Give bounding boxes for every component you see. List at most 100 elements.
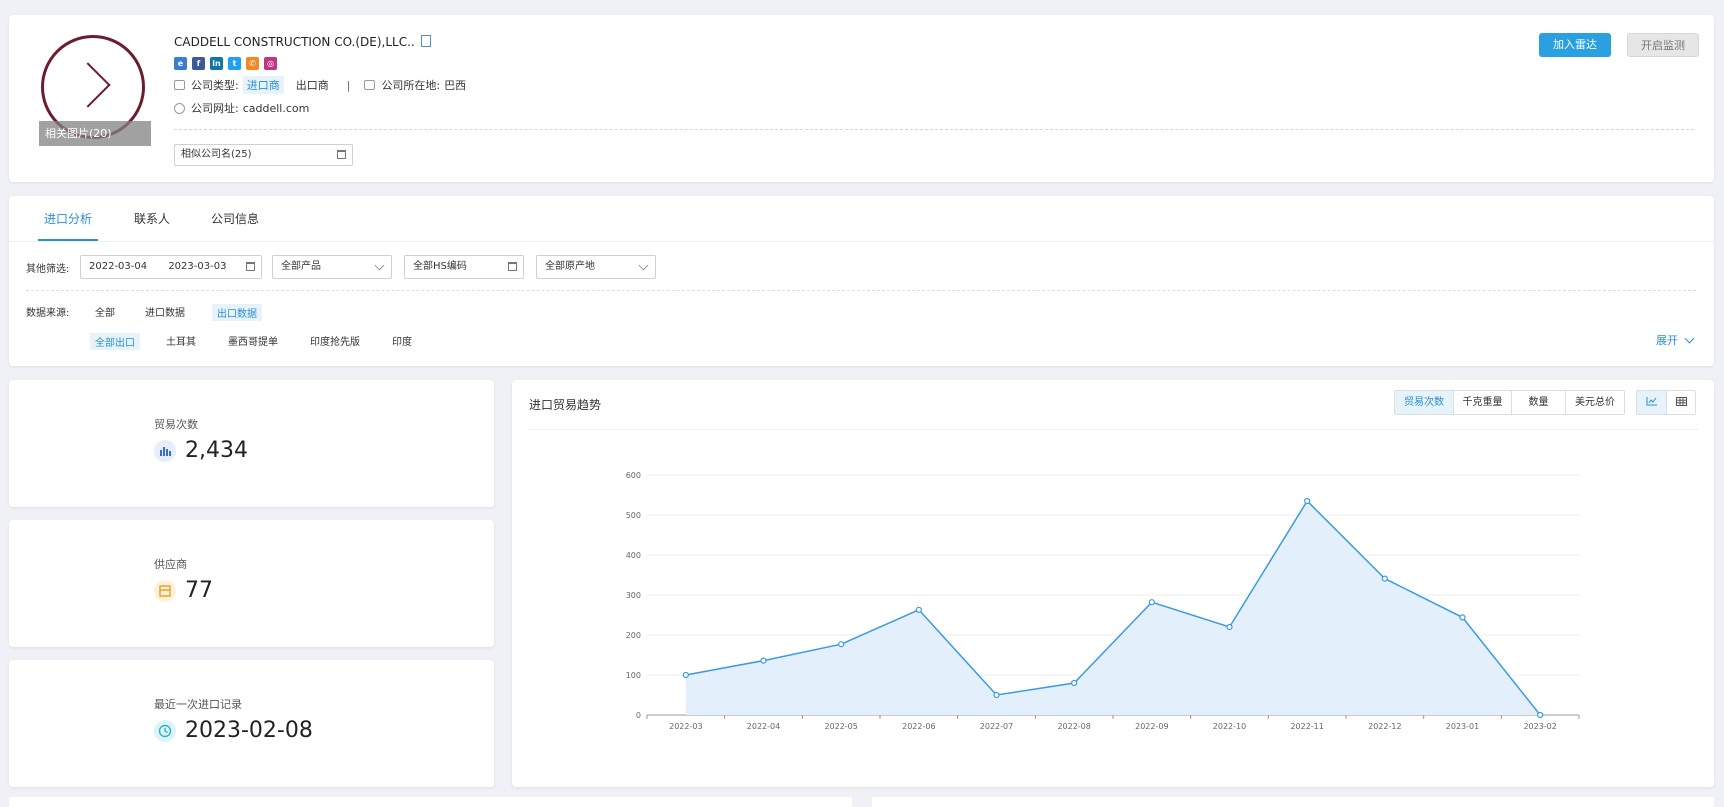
data-point (682, 671, 689, 679)
start-monitor-button[interactable]: 开启监测 (1627, 33, 1699, 57)
data-point (1071, 679, 1078, 687)
sub-option-mexico[interactable]: 墨西哥提单 (228, 333, 278, 348)
date-start[interactable]: 2022-03-04 (89, 261, 147, 272)
location-label: 公司所在地: (381, 79, 441, 92)
source-option-all[interactable]: 全部 (95, 304, 115, 319)
origin-select[interactable]: 全部原产地 (536, 255, 656, 279)
company-type-label: 公司类型: (191, 79, 239, 92)
expand-label: 展开 (1656, 334, 1678, 347)
expand-toggle[interactable]: 展开 (1656, 332, 1695, 348)
chevron-down-icon (1684, 333, 1695, 344)
data-point (1304, 497, 1311, 505)
stat-card-suppliers: 供应商 77 (9, 520, 494, 647)
data-point (915, 606, 922, 613)
data-point (1226, 623, 1233, 631)
next-section-left (9, 797, 852, 807)
product-select[interactable]: 全部产品 (272, 255, 392, 279)
type-importer-tag: 进口商 (242, 76, 284, 94)
calendar-icon (508, 262, 517, 271)
x-tick-label: 2022-08 (1057, 722, 1090, 731)
sub-option-all-export[interactable]: 全部出口 (90, 333, 140, 350)
calendar-icon (246, 262, 255, 271)
globe-icon (174, 102, 185, 114)
active-tab-indicator (38, 239, 98, 241)
data-point (1148, 599, 1155, 606)
building-icon (174, 80, 185, 90)
similar-company-label: 相似公司名(25) (181, 149, 252, 160)
hs-code-value: 全部HS编码 (413, 261, 467, 272)
data-point (993, 691, 1000, 699)
x-tick-label: 2022-05 (824, 722, 857, 731)
phone-icon[interactable]: ✆ (246, 57, 259, 70)
y-tick-label: 200 (626, 631, 641, 640)
bar-chart-icon (154, 440, 176, 462)
stat-trades-value: 2,434 (185, 438, 248, 463)
stat-suppliers-label: 供应商 (154, 558, 187, 571)
company-name: CADDELL CONSTRUCTION CO.(DE),LLC.. (174, 35, 431, 49)
twitter-icon[interactable]: t (228, 57, 241, 70)
tab-company-info[interactable]: 公司信息 (211, 210, 259, 227)
date-end[interactable]: 2023-03-03 (168, 261, 226, 272)
data-source-label: 数据来源: (26, 308, 70, 319)
linkedin-icon[interactable]: in (210, 57, 223, 70)
data-point (1381, 575, 1388, 582)
divider (174, 129, 1694, 130)
source-option-export[interactable]: 出口数据 (212, 304, 262, 321)
y-tick-label: 0 (636, 711, 641, 720)
sub-option-india[interactable]: 印度 (392, 333, 412, 348)
product-select-value: 全部产品 (281, 261, 321, 272)
stat-trades-label: 贸易次数 (154, 418, 198, 431)
y-tick-label: 400 (626, 551, 641, 560)
x-tick-label: 2022-09 (1135, 722, 1168, 731)
sub-option-turkey[interactable]: 土耳其 (166, 333, 196, 348)
chevron-right-icon (65, 62, 111, 108)
x-tick-label: 2022-06 (902, 722, 935, 731)
tab-import-analysis[interactable]: 进口分析 (44, 210, 92, 227)
facebook-icon[interactable]: f (192, 57, 205, 70)
hs-code-select[interactable]: 全部HS编码 (404, 255, 524, 279)
similar-company-select[interactable]: 相似公司名(25) (174, 144, 353, 166)
x-tick-label: 2023-01 (1446, 722, 1479, 731)
x-tick-label: 2023-02 (1523, 722, 1556, 731)
data-point (760, 657, 767, 664)
company-type-row: 公司类型: 进口商 出口商 | 公司所在地: 巴西 (174, 76, 466, 94)
web-icon[interactable]: e (174, 57, 187, 70)
x-tick-label: 2022-10 (1213, 722, 1246, 731)
location-icon (364, 80, 376, 90)
stat-card-last-record: 最近一次进口记录 2023-02-08 (9, 660, 494, 787)
x-tick-label: 2022-11 (1290, 722, 1323, 731)
copy-icon[interactable] (420, 35, 431, 47)
y-tick-label: 100 (626, 671, 641, 680)
store-icon (154, 580, 176, 602)
website-label: 公司网址: (191, 102, 239, 115)
website-row: 公司网址: caddell.com (174, 100, 309, 116)
series-area (685, 501, 1541, 715)
location-value: 巴西 (444, 79, 467, 92)
origin-select-value: 全部原产地 (545, 261, 595, 272)
data-point (1459, 614, 1466, 621)
y-tick-label: 300 (626, 591, 641, 600)
clock-icon (154, 720, 176, 742)
stat-card-trades: 贸易次数 2,434 (9, 380, 494, 507)
related-photos-badge[interactable]: 相关图片(20) (39, 121, 151, 146)
sub-option-india-preview[interactable]: 印度抢先版 (310, 333, 360, 348)
stat-suppliers-value: 77 (185, 578, 213, 603)
website-link[interactable]: caddell.com (243, 102, 310, 115)
stat-last-record-value: 2023-02-08 (185, 718, 313, 743)
company-name-text: CADDELL CONSTRUCTION CO.(DE),LLC.. (174, 35, 415, 49)
date-range-picker[interactable]: 2022-03-04 2023-03-03 (80, 255, 262, 279)
dropdown-icon (337, 150, 346, 159)
import-trend-card: 进口贸易趋势 贸易次数 千克重量 数量 美元总价 0 100 200 300 400 50… (512, 380, 1714, 787)
social-links: e f in t ✆ ◎ (174, 57, 277, 70)
source-option-import[interactable]: 进口数据 (145, 304, 185, 319)
chevron-down-icon (374, 260, 385, 271)
x-tick-label: 2022-04 (747, 722, 780, 731)
analysis-filter-card: 进口分析 联系人 公司信息 其他筛选: 2022-03-04 2023-03-0… (9, 196, 1714, 366)
add-to-radar-button[interactable]: 加入雷达 (1539, 33, 1611, 57)
instagram-icon[interactable]: ◎ (264, 57, 277, 70)
x-tick-label: 2022-03 (669, 722, 702, 731)
company-header-card: 相关图片(20) CADDELL CONSTRUCTION CO.(DE),LL… (9, 15, 1714, 182)
x-tick-label: 2022-12 (1368, 722, 1401, 731)
y-tick-label: 600 (626, 471, 641, 480)
tab-contacts[interactable]: 联系人 (134, 210, 170, 227)
